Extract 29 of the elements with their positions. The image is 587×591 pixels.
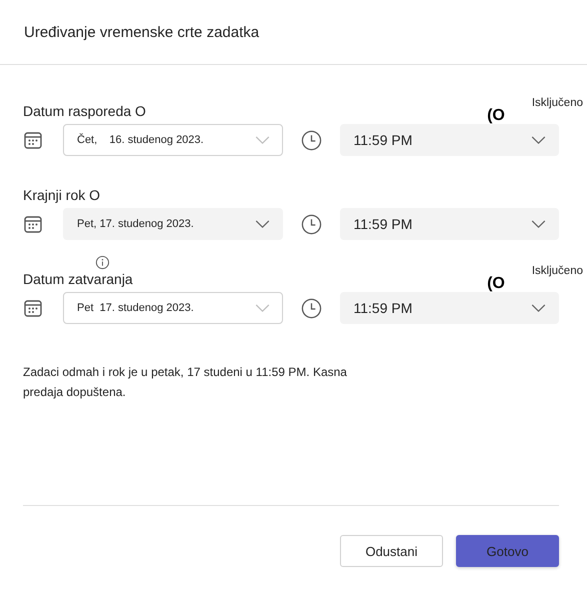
chevron-icon	[531, 304, 546, 312]
section-label: Datum rasporeda O	[23, 103, 146, 119]
toggle[interactable]: (O	[487, 275, 505, 293]
dialog-title: Uređivanje vremenske crte zadatka	[24, 24, 260, 40]
toggle-label: Isključeno	[532, 97, 583, 109]
section-label: Datum zatvaranja	[23, 271, 133, 287]
chevron-icon	[254, 304, 270, 312]
time-dropdown[interactable]: 11:59 PM	[340, 292, 559, 324]
chevron-icon	[531, 136, 546, 144]
clock-icon	[300, 130, 322, 150]
cancel-button[interactable]: Odustani	[340, 535, 443, 567]
time-dropdown[interactable]: 11:59 PM	[340, 124, 559, 156]
clock-icon	[300, 214, 322, 234]
date-dropdown[interactable]: Pet, 17. studenog 2023.	[63, 208, 282, 240]
date-dropdown[interactable]: Pet 17. studenog 2023.	[63, 292, 282, 324]
time-dropdown[interactable]: 11:59 PM	[340, 208, 559, 240]
chevron-icon	[531, 220, 546, 228]
calendar-icon	[23, 298, 43, 318]
toggle-label: Isključeno	[532, 265, 583, 277]
date-dropdown[interactable]: Čet, 16. studenog 2023.	[63, 124, 282, 156]
toggle[interactable]: (O	[487, 107, 505, 125]
section-label: Krajnji rok O	[23, 187, 100, 203]
calendar-icon	[23, 130, 43, 150]
summary-text: Zadaci odmah i rok je u petak, 17 studeni u 11:59 PM. Kasna predaja dopuštena.	[23, 364, 348, 401]
chevron-icon	[254, 136, 270, 144]
info-icon[interactable]	[95, 255, 110, 270]
calendar-icon	[23, 214, 43, 234]
clock-icon	[300, 298, 322, 318]
chevron-icon	[254, 220, 270, 228]
